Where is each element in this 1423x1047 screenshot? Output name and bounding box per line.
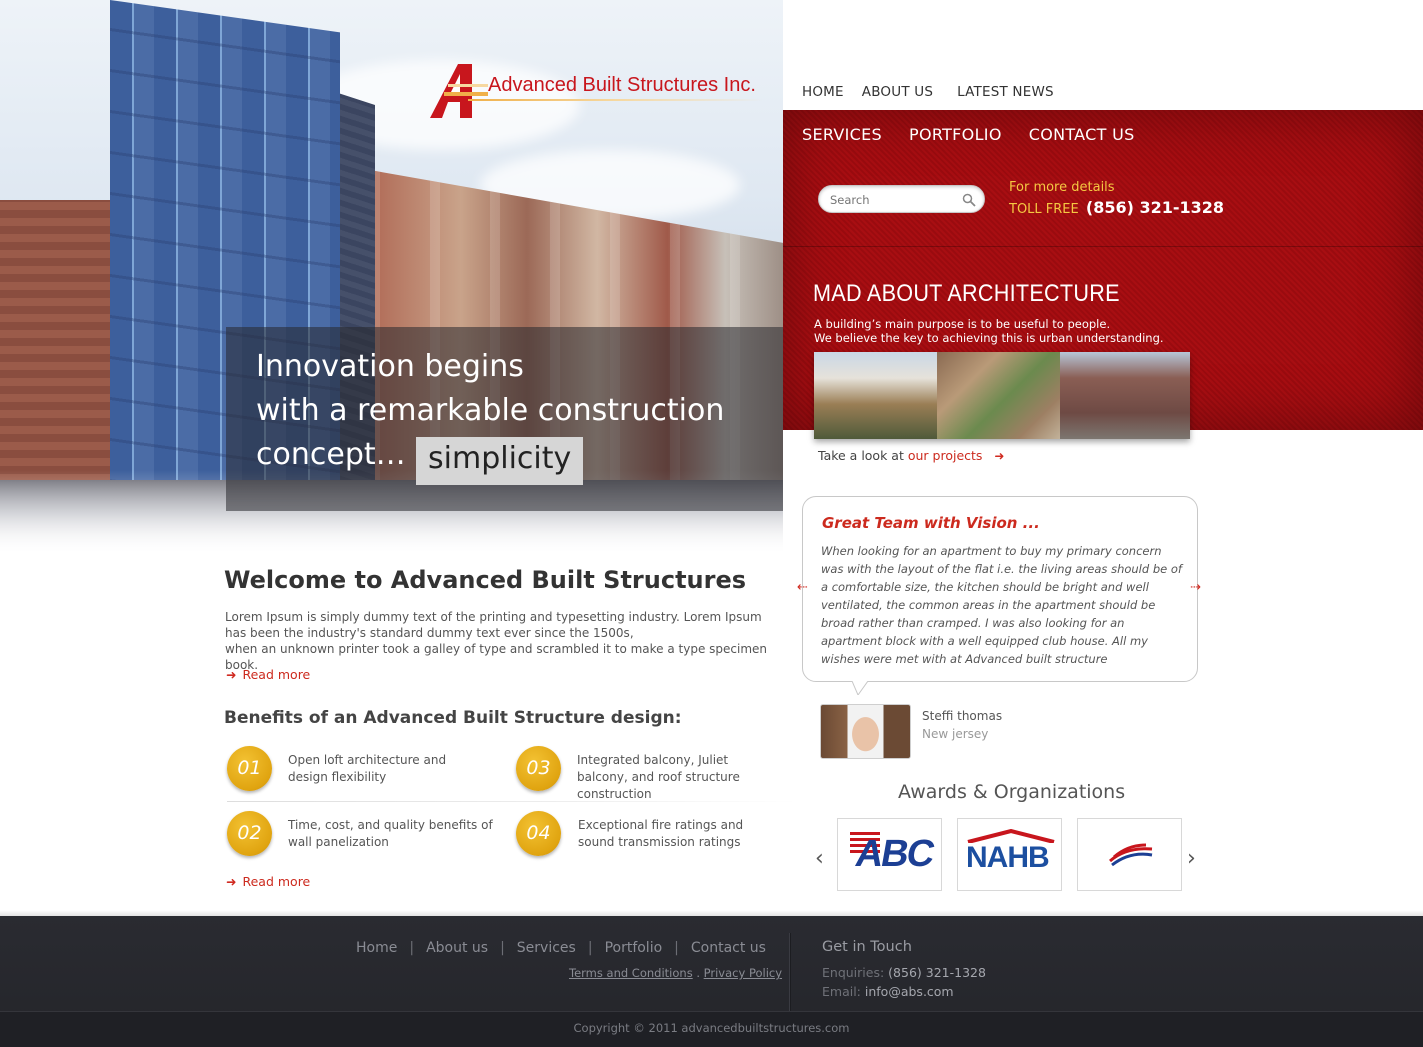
avatar [820, 704, 911, 759]
welcome-paragraph-1: Lorem Ipsum is simply dummy text of the … [225, 610, 762, 640]
benefit-text: Open loft architecture and design flexib… [288, 753, 447, 784]
enquiries-phone[interactable]: (856) 321-1328 [888, 965, 986, 980]
read-more-link-benefits[interactable]: ➜ Read more [226, 874, 310, 889]
benefit-text: Integrated balcony, Juliet balcony, and … [577, 753, 740, 801]
copyright: Copyright © 2011 advancedbuiltstructures… [573, 1021, 850, 1035]
read-more-label: Read more [242, 667, 311, 682]
logo-text: Advanced Built Structures Inc. [488, 74, 756, 96]
hero-line-1: Innovation begins [256, 349, 524, 384]
hero-line-3: concept… [256, 437, 406, 472]
footer-divider [789, 933, 790, 1011]
project-thumbnails [814, 352, 1190, 439]
arrow-right-icon[interactable]: ➜ [994, 449, 1004, 463]
projects-link-prefix: Take a look at [818, 448, 904, 463]
footer-nav: Home | About us | Services | Portfolio |… [356, 940, 766, 956]
project-thumb-3[interactable] [1060, 352, 1190, 439]
footer-separator: | [409, 940, 415, 956]
testimonial-location: New jersey [922, 727, 989, 741]
welcome-title: Welcome to Advanced Built Structures [224, 566, 747, 594]
our-projects-link[interactable]: our projects [908, 448, 983, 463]
project-thumb-2[interactable] [937, 352, 1060, 439]
read-more-link-welcome[interactable]: ➜ Read more [226, 667, 310, 682]
testimonial-next-icon[interactable]: ⇢ [1190, 580, 1201, 595]
panel-divider [783, 246, 1423, 247]
benefit-text: Time, cost, and quality benefits of wall… [288, 818, 493, 849]
nav-contact-us[interactable]: CONTACT US [1029, 125, 1135, 144]
email-label: Email: [822, 984, 861, 999]
search-box [818, 185, 985, 213]
email-address[interactable]: info@abs.com [865, 984, 954, 999]
testimonial-author: Steffi thomas [922, 709, 1003, 723]
read-more-label: Read more [242, 874, 311, 889]
project-thumb-1[interactable] [814, 352, 937, 439]
footer-link-services[interactable]: Services [517, 940, 576, 956]
projects-link-row: Take a look at our projects ➜ [818, 448, 1004, 463]
benefits-divider [227, 801, 797, 802]
toll-free-phone[interactable]: (856) 321-1328 [1086, 198, 1224, 217]
award-nahb-logo[interactable]: NAHB [957, 818, 1062, 891]
benefit-number-badge: 04 [516, 811, 561, 856]
privacy-link[interactable]: Privacy Policy [704, 966, 782, 980]
speech-tail-icon [852, 681, 868, 695]
feature-title: MAD ABOUT ARCHITECTURE [813, 280, 1120, 307]
testimonial-prev-icon[interactable]: ⇠ [797, 580, 808, 595]
award-abc-logo[interactable]: ABC [837, 818, 942, 891]
benefit-number-badge: 01 [227, 746, 272, 791]
award-bank-logo[interactable] [1077, 818, 1182, 891]
hero-highlight: simplicity [416, 437, 584, 485]
hero-line-2: with a remarkable construction [256, 393, 725, 428]
nahb-logo-text: NAHB [966, 841, 1050, 874]
terms-link[interactable]: Terms and Conditions [569, 966, 693, 980]
testimonial-title: Great Team with Vision ... [822, 514, 1040, 532]
bank-flag-icon [1109, 843, 1153, 867]
benefits-title: Benefits of an Advanced Built Structure … [224, 708, 682, 728]
awards-next-icon[interactable]: › [1187, 846, 1196, 871]
arrow-right-icon: ➜ [226, 667, 237, 682]
logo-a-mark-icon [430, 64, 488, 118]
contact-promo-line: For more details [1009, 180, 1115, 195]
arrow-right-icon: ➜ [226, 874, 237, 889]
nav-services[interactable]: SERVICES [802, 125, 882, 144]
search-input[interactable] [830, 191, 955, 209]
main-nav: SERVICES PORTFOLIO CONTACT US [802, 125, 1135, 144]
awards-title: Awards & Organizations [898, 781, 1126, 803]
nav-home[interactable]: HOME [802, 84, 844, 100]
nav-latest-news[interactable]: LATEST NEWS [957, 84, 1054, 100]
feature-subtitle-1: A building’s main purpose is to be usefu… [814, 317, 1111, 331]
footer-enquiries: Enquiries: (856) 321-1328 [822, 965, 986, 980]
search-icon[interactable] [962, 193, 976, 207]
awards-prev-icon[interactable]: ‹ [815, 846, 824, 871]
footer-link-contact[interactable]: Contact us [691, 940, 766, 956]
feature-subtitle-2: We believe the key to achieving this is … [814, 331, 1164, 345]
nav-about-us[interactable]: ABOUT US [862, 84, 933, 100]
nav-portfolio[interactable]: PORTFOLIO [909, 125, 1002, 144]
top-nav: HOME ABOUT US LATEST NEWS [802, 84, 1054, 100]
page: Advanced Built Structures Inc. Innovatio… [0, 0, 1423, 1047]
testimonial-text: When looking for an apartment to buy my … [821, 544, 1182, 666]
footer-link-about[interactable]: About us [426, 940, 488, 956]
footer-legal: Terms and Conditions . Privacy Policy [569, 966, 783, 980]
hero-tagline: Innovation begins with a remarkable cons… [226, 327, 783, 511]
toll-free: TOLL FREE (856) 321-1328 [1009, 198, 1224, 217]
benefit-number-badge: 02 [227, 811, 272, 856]
enquiries-label: Enquiries: [822, 965, 885, 980]
footer-separator: | [587, 940, 593, 956]
footer-link-portfolio[interactable]: Portfolio [605, 940, 663, 956]
footer-link-home[interactable]: Home [356, 940, 397, 956]
abc-logo-text: ABC [852, 833, 937, 875]
benefit-number-badge: 03 [516, 746, 561, 791]
toll-free-label: TOLL FREE [1009, 202, 1079, 217]
welcome-text: Lorem Ipsum is simply dummy text of the … [225, 609, 785, 673]
footer-separator: | [500, 940, 505, 956]
footer-separator: | [674, 940, 679, 956]
logo-underline [468, 99, 763, 101]
benefit-text: Exceptional fire ratings and sound trans… [578, 818, 744, 849]
footer-email: Email: info@abs.com [822, 984, 954, 999]
get-in-touch-title: Get in Touch [822, 939, 912, 955]
hero-banner: Advanced Built Structures Inc. Innovatio… [0, 0, 783, 555]
site-logo[interactable]: Advanced Built Structures Inc. [428, 62, 768, 122]
